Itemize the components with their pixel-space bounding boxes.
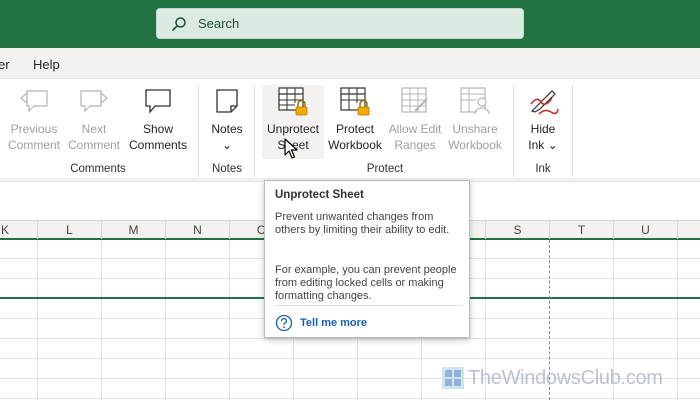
show-comments-icon: [145, 89, 171, 114]
unshare-workbook-label-2: Workbook: [448, 138, 502, 152]
ribbon-panel: Previous Comment Next Comment Show Comme…: [0, 78, 700, 178]
group-separator: [572, 85, 573, 177]
search-icon: [171, 16, 186, 31]
menu-item-review-partial[interactable]: er: [0, 57, 10, 72]
grid-line: [677, 240, 678, 400]
unprotect-sheet-label-1: Unprotect: [266, 122, 320, 136]
group-label-comments: Comments: [70, 163, 126, 175]
show-comments-label-1: Show: [142, 122, 174, 136]
unprotect-sheet-icon: [278, 87, 308, 116]
tooltip-divider: [275, 305, 463, 306]
protect-workbook-label-2: Workbook: [328, 138, 382, 152]
unshare-workbook-label-1: Unshare: [452, 122, 498, 136]
tell-me-more-link[interactable]: Tell me more: [275, 314, 367, 332]
group-label-protect: Protect: [366, 163, 404, 175]
group-separator: [198, 85, 199, 177]
watermark-text: TheWindowsClub.com: [468, 366, 663, 389]
ribbon: Previous Comment Next Comment Show Comme…: [0, 78, 700, 182]
hide-ink-button[interactable]: Hide Ink ⌄: [520, 85, 566, 153]
next-comment-label-1: Next: [81, 122, 107, 136]
allow-edit-ranges-button[interactable]: Allow Edit Ranges: [386, 85, 444, 153]
menu-item-help[interactable]: Help: [33, 57, 60, 72]
hide-ink-label-2: Ink ⌄: [528, 138, 558, 152]
previous-comment-label-2: Comment: [7, 138, 60, 152]
grid-line: [0, 398, 700, 399]
hide-ink-icon: [530, 90, 559, 115]
next-comment-icon: [80, 90, 108, 113]
group-label-ink: Ink: [535, 163, 551, 175]
notes-dropdown-icon: ⌄: [221, 138, 233, 152]
previous-comment-label-1: Previous: [10, 122, 58, 136]
next-comment-label-2: Comment: [67, 138, 120, 152]
notes-label: Notes: [211, 122, 243, 136]
hide-ink-label-1: Hide: [530, 122, 556, 136]
help-icon: [275, 314, 293, 332]
unshare-workbook-button[interactable]: Unshare Workbook: [444, 85, 506, 153]
previous-comment-icon: [20, 90, 48, 113]
column-header[interactable]: M: [102, 221, 166, 239]
next-comment-button[interactable]: Next Comment: [64, 85, 124, 153]
grid-line: [0, 358, 700, 359]
tooltip-title: Unprotect Sheet: [275, 189, 364, 201]
unshare-workbook-icon: [460, 87, 490, 115]
unprotect-sheet-tooltip: Unprotect Sheet Prevent unwanted changes…: [264, 180, 470, 338]
column-header[interactable]: K: [0, 221, 38, 239]
column-header[interactable]: U: [614, 221, 678, 239]
column-header[interactable]: S: [486, 221, 550, 239]
grid-line: [101, 240, 102, 400]
grid-line: [37, 240, 38, 400]
title-bar: Search: [0, 0, 700, 48]
watermark-logo-icon: [442, 367, 464, 389]
column-header[interactable]: T: [550, 221, 614, 239]
protect-workbook-label-1: Protect: [335, 122, 374, 136]
protect-workbook-button[interactable]: Protect Workbook: [324, 85, 386, 153]
show-comments-label-2: Comments: [128, 138, 187, 152]
show-comments-button[interactable]: Show Comments: [124, 85, 192, 153]
notes-icon: [216, 89, 238, 113]
grid-line: [165, 240, 166, 400]
search-placeholder: Search: [198, 16, 240, 31]
group-separator: [254, 85, 255, 177]
notes-button[interactable]: Notes ⌄: [204, 85, 250, 153]
menu-bar: er Help: [0, 48, 700, 78]
tooltip-description: Prevent unwanted changes from others by …: [275, 211, 450, 236]
tooltip-example: For example, you can prevent people from…: [275, 264, 457, 302]
allow-edit-ranges-label-1: Allow Edit: [388, 122, 442, 136]
grid-line: [229, 240, 230, 400]
mouse-cursor-icon: [284, 138, 298, 159]
allow-edit-ranges-label-2: Ranges: [394, 138, 436, 152]
group-label-notes: Notes: [211, 163, 243, 175]
watermark: TheWindowsClub.com: [441, 366, 663, 390]
search-box[interactable]: Search: [156, 8, 524, 39]
previous-comment-button[interactable]: Previous Comment: [4, 85, 64, 153]
grid-line: [0, 338, 700, 339]
column-header[interactable]: L: [38, 221, 102, 239]
allow-edit-ranges-icon: [401, 87, 428, 113]
column-header[interactable]: N: [166, 221, 230, 239]
group-separator: [513, 85, 514, 177]
tell-me-more-label: Tell me more: [300, 317, 368, 329]
protect-workbook-icon: [340, 87, 370, 116]
